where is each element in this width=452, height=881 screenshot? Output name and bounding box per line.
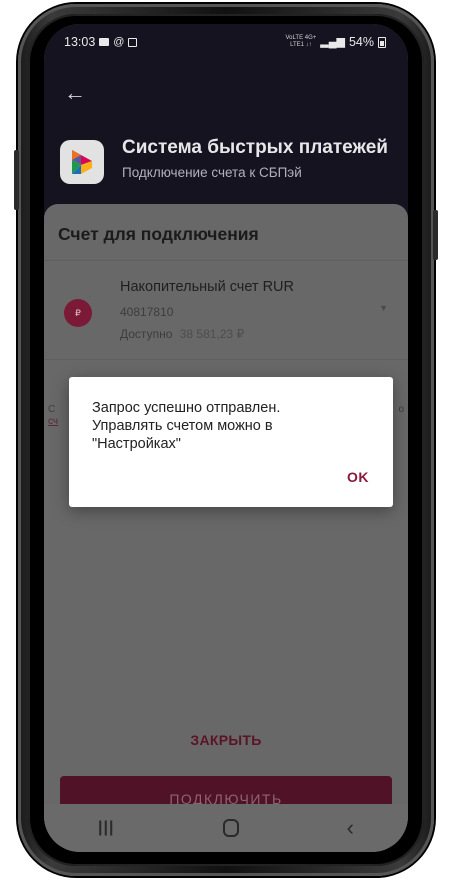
home-icon[interactable] — [222, 819, 239, 837]
available-amount: 38 581,23 ₽ — [179, 327, 245, 341]
dialog-message: Запрос успешно отправлен. Управлять счет… — [92, 399, 372, 453]
partial-link[interactable]: сч — [48, 416, 58, 427]
at-icon: @ — [113, 35, 125, 48]
page-title: Система быстрых платежей — [122, 137, 388, 158]
partial-text: о — [398, 404, 404, 415]
account-available: Доступно 38 581,23 ₽ — [120, 327, 244, 341]
status-left: 13:03 @ — [64, 35, 138, 49]
navigation-bar: ||| ‹ — [44, 804, 408, 852]
back-icon[interactable]: ‹ — [347, 815, 354, 841]
screen: 13:03 @ VoLTE 4G+ LTE1 ↓↑ ▂▄▆ 54% ← Сист… — [44, 24, 408, 852]
available-label: Доступно — [120, 327, 173, 341]
close-button[interactable]: ЗАКРЫТЬ — [44, 732, 408, 748]
page-subtitle: Подключение счета к СБПэй — [122, 165, 302, 180]
image-icon — [128, 37, 138, 47]
partial-text: С — [48, 404, 56, 415]
account-selector[interactable]: ₽ Накопительный счет RUR 40817810 Доступ… — [44, 260, 408, 360]
dialog-line: Запрос успешно отправлен. — [92, 400, 281, 416]
battery-percent: 54% — [348, 35, 374, 49]
signal-icon: ▂▄▆ — [320, 35, 345, 48]
recent-apps-icon[interactable]: ||| — [98, 819, 114, 837]
status-bar: 13:03 @ VoLTE 4G+ LTE1 ↓↑ ▂▄▆ 54% — [44, 24, 408, 60]
status-time: 13:03 — [64, 35, 96, 49]
chevron-down-icon[interactable]: ▼ — [379, 303, 388, 313]
battery-icon — [378, 36, 386, 48]
ok-button[interactable]: OK — [347, 469, 369, 485]
status-right: VoLTE 4G+ LTE1 ↓↑ ▂▄▆ 54% — [286, 35, 386, 49]
dialog-line: "Настройках" — [92, 436, 181, 452]
account-ruble-icon: ₽ — [64, 299, 92, 327]
arrow-left-icon[interactable]: ← — [60, 78, 90, 108]
bottom-sheet: Счет для подключения ₽ Накопительный сче… — [44, 204, 408, 852]
success-dialog: Запрос успешно отправлен. Управлять счет… — [69, 377, 393, 507]
side-button — [433, 210, 438, 260]
network-top: VoLTE 4G+ — [285, 35, 317, 41]
account-name: Накопительный счет RUR — [120, 279, 294, 295]
account-number: 40817810 — [120, 305, 174, 319]
sheet-title: Счет для подключения — [58, 224, 259, 244]
sbp-logo-icon — [60, 140, 104, 184]
side-button — [14, 150, 19, 210]
network-bottom: LTE1 ↓↑ — [290, 42, 312, 48]
dialog-line: Управлять счетом можно в — [92, 418, 273, 434]
video-icon — [99, 38, 110, 46]
network-icon: VoLTE 4G+ LTE1 ↓↑ — [286, 35, 317, 49]
